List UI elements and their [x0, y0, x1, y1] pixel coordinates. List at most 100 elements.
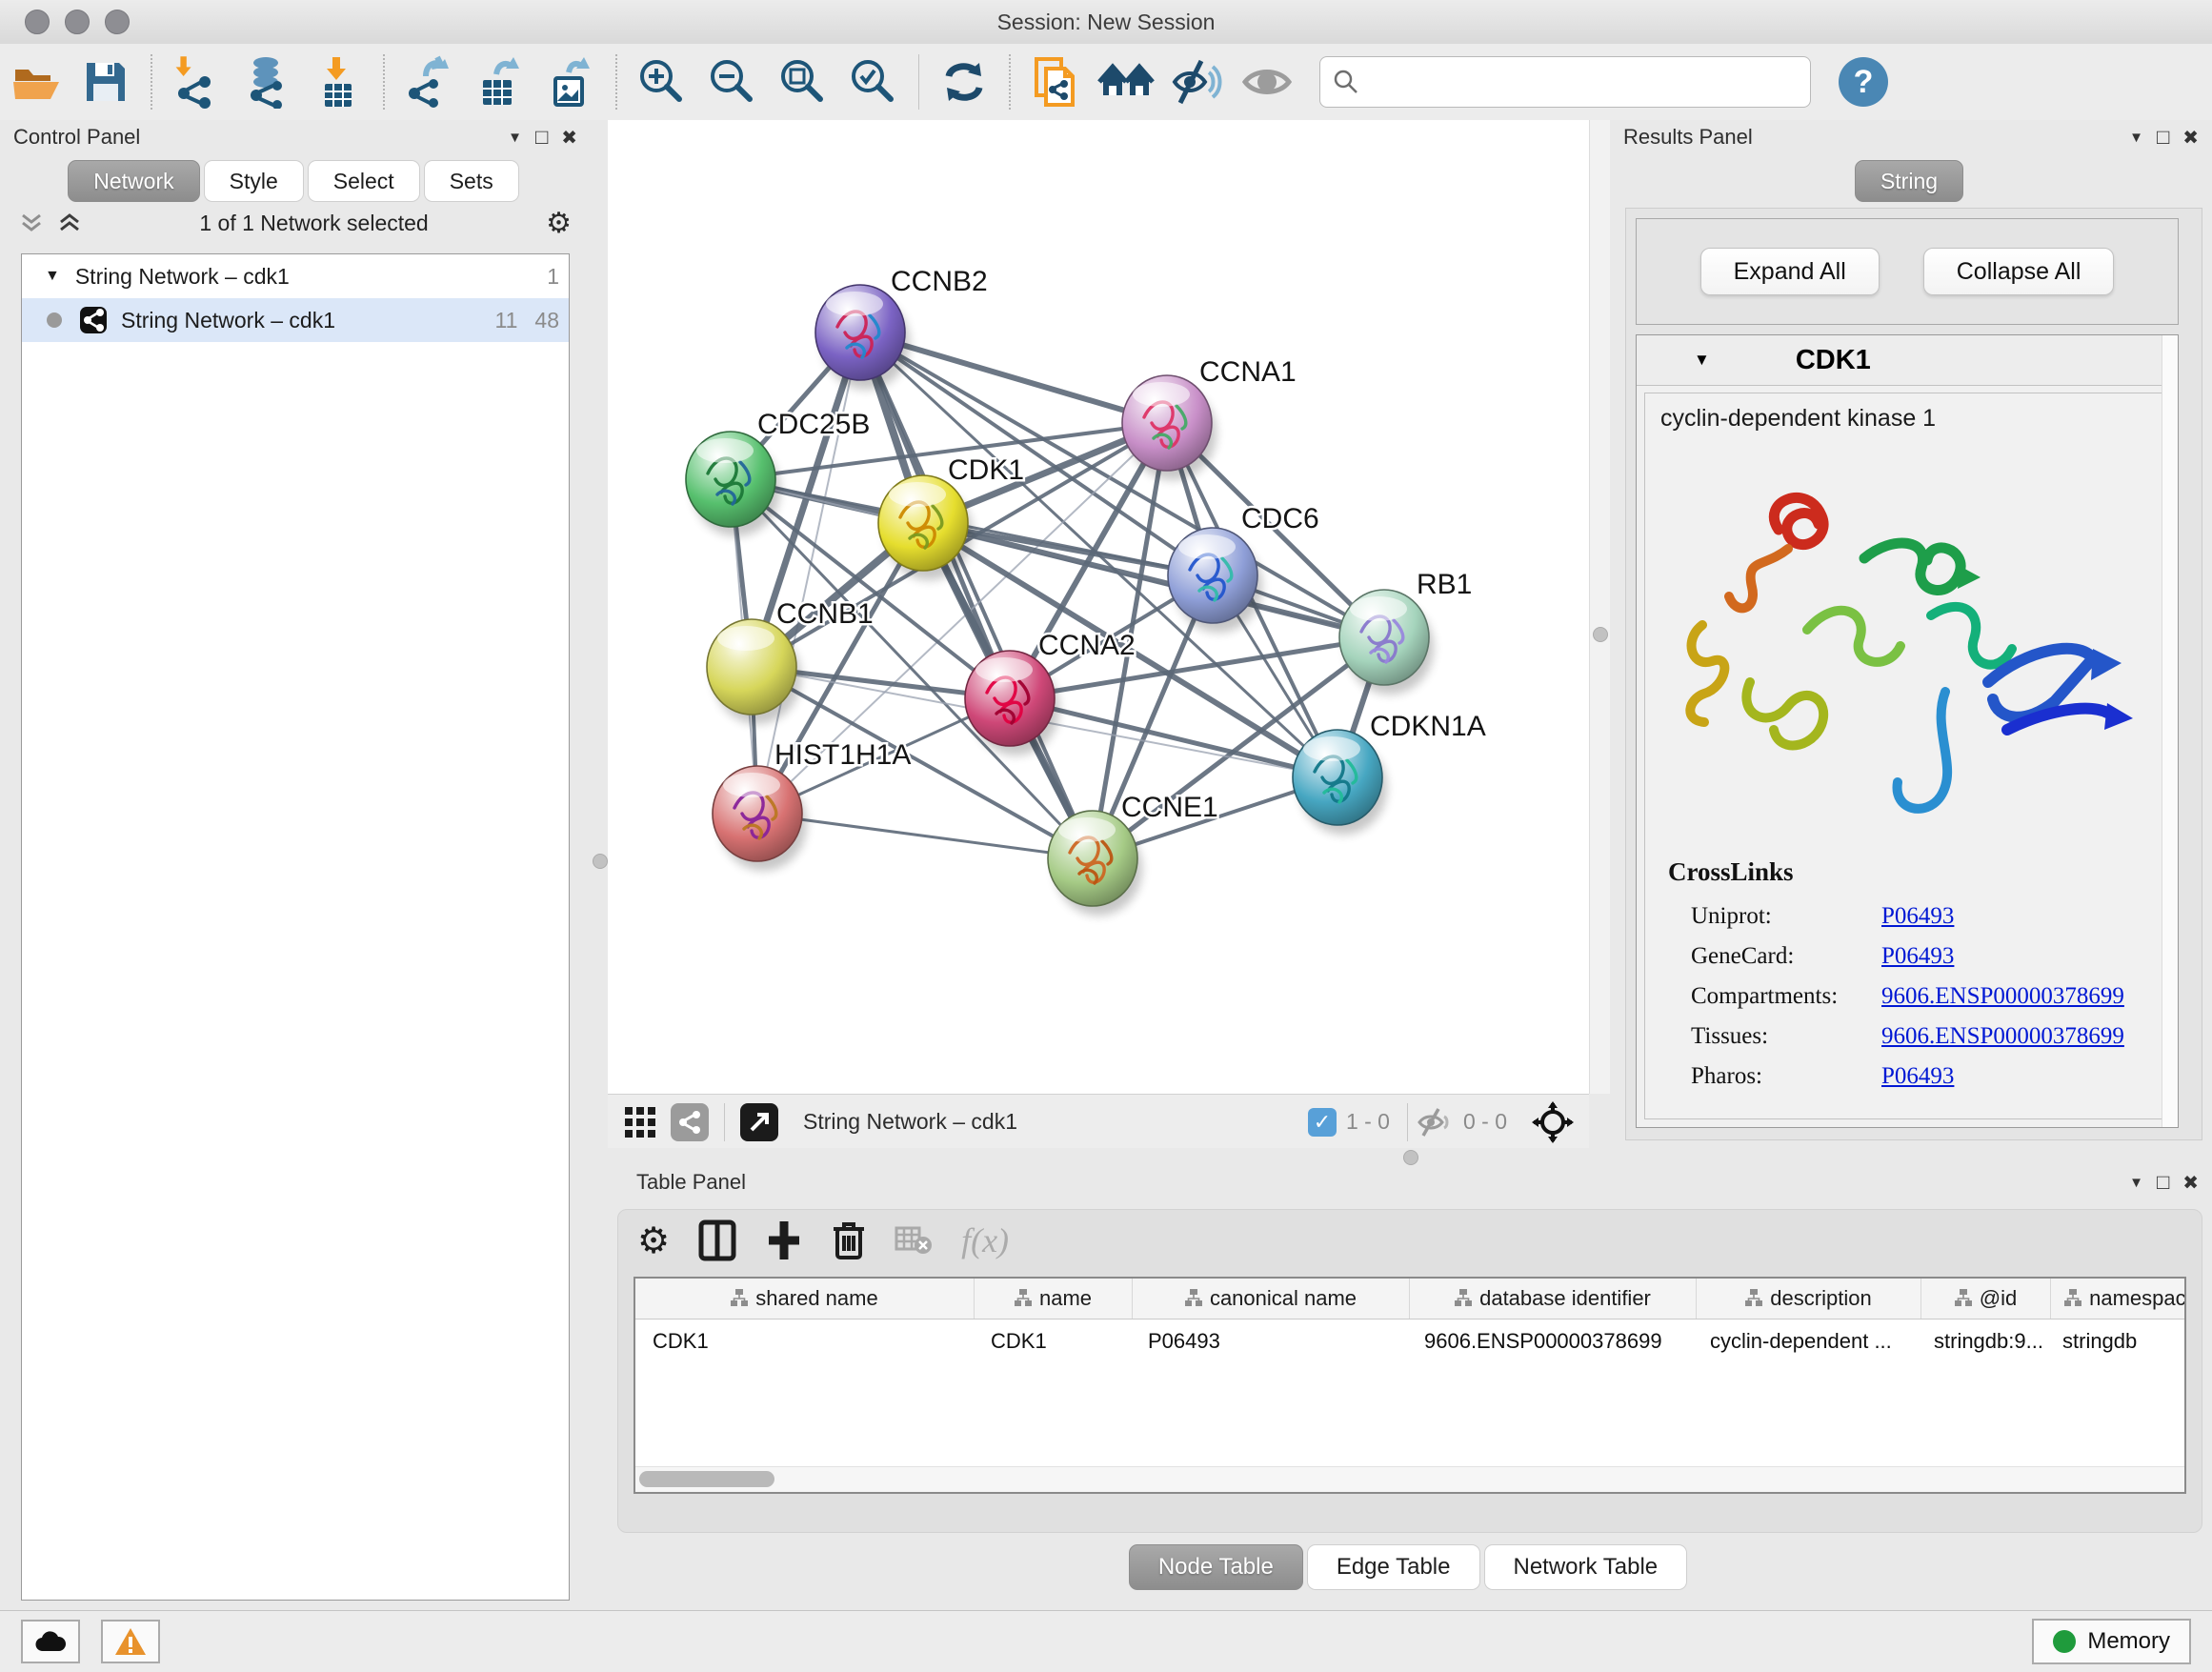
tab-style[interactable]: Style [204, 160, 304, 202]
cloud-status-button[interactable] [21, 1620, 80, 1663]
network-node-CDKN1A[interactable]: CDKN1A [1293, 711, 1486, 835]
delete-column-trash-icon[interactable] [832, 1219, 866, 1261]
splitter-handle[interactable] [593, 854, 608, 869]
memory-button[interactable]: Memory [2032, 1619, 2191, 1664]
tab-sets[interactable]: Sets [424, 160, 519, 202]
node-label: CDC25B [757, 409, 870, 440]
collapse-panel-icon[interactable]: ▼ [2129, 1175, 2143, 1191]
column-header-@id[interactable]: @id [1921, 1279, 2051, 1319]
zoom-selected-button[interactable] [844, 52, 903, 111]
table-settings-gear-icon[interactable]: ⚙ [637, 1219, 670, 1262]
zoom-fit-button[interactable] [774, 52, 833, 111]
expand-all-icon[interactable] [57, 211, 82, 235]
tree-row[interactable]: String Network – cdk11148 [22, 298, 569, 342]
tree-row[interactable]: ▼String Network – cdk11 [22, 254, 569, 298]
show-all-button[interactable] [1237, 52, 1297, 111]
toolbar-separator [151, 54, 152, 110]
tree-expander-icon[interactable]: ▼ [45, 268, 60, 285]
first-neighbors-button[interactable] [1096, 52, 1156, 111]
zoom-out-button[interactable] [703, 52, 762, 111]
results-tab-string[interactable]: String [1855, 160, 1963, 202]
crosslink-value-link[interactable]: P06493 [1881, 1063, 1954, 1090]
zoom-in-button[interactable] [633, 52, 692, 111]
close-panel-icon[interactable]: ✖ [2182, 126, 2199, 150]
import-network-from-file-button[interactable] [168, 52, 227, 111]
collapse-all-button[interactable]: Collapse All [1923, 248, 2115, 295]
vertical-splitter-left[interactable] [591, 120, 608, 1610]
export-network-button[interactable] [400, 52, 459, 111]
column-header-description[interactable]: description [1697, 1279, 1921, 1319]
vertical-splitter-right[interactable] [1589, 120, 1611, 1094]
network-node-RB1[interactable]: RB1 [1339, 569, 1472, 695]
hide-selected-button[interactable] [1167, 52, 1226, 111]
apply-layout-button[interactable] [935, 52, 994, 111]
export-image-button[interactable] [541, 52, 600, 111]
collapse-panel-icon[interactable]: ▼ [2129, 130, 2143, 146]
expand-all-button[interactable]: Expand All [1700, 248, 1880, 295]
float-panel-icon[interactable]: □ [2157, 125, 2169, 150]
column-header-canonical-name[interactable]: canonical name [1133, 1279, 1410, 1319]
tab-network-table[interactable]: Network Table [1484, 1544, 1688, 1590]
float-panel-icon[interactable]: □ [535, 125, 548, 150]
help-icon: ? [1839, 57, 1888, 107]
splitter-handle[interactable] [1403, 1150, 1418, 1165]
node-label: CCNB1 [776, 598, 874, 630]
network-edge[interactable] [757, 814, 1093, 858]
save-session-button[interactable] [76, 52, 135, 111]
network-canvas[interactable]: CCNB2CCNA1CDC25BCDK1CDC6RB1CCNB1CCNA2CDK… [608, 120, 1589, 1094]
node-details-body: cyclin-dependent kinase 1 [1644, 393, 2170, 1119]
column-header-shared-name[interactable]: shared name [635, 1279, 975, 1319]
export-table-button[interactable] [471, 52, 530, 111]
open-session-button[interactable] [6, 52, 65, 111]
node-details-header[interactable]: ▼ CDK1 [1637, 335, 2178, 386]
network-options-gear-icon[interactable]: ⚙ [546, 207, 572, 240]
toolbar-search-input[interactable] [1319, 56, 1811, 108]
network-node-HIST1H1A[interactable]: HIST1H1A [713, 739, 911, 871]
network-share-button[interactable] [671, 1103, 709, 1141]
crosslink-value-link[interactable]: P06493 [1881, 903, 1954, 930]
memory-status-dot [2053, 1630, 2076, 1653]
horizontal-splitter[interactable] [608, 1148, 2212, 1165]
open-in-browser-button[interactable] [740, 1103, 778, 1141]
crosslink-value-link[interactable]: 9606.ENSP00000378699 [1881, 983, 2124, 1010]
collapse-all-icon[interactable] [19, 211, 44, 235]
collapse-panel-icon[interactable]: ▼ [508, 130, 522, 146]
import-table-from-file-button[interactable] [309, 52, 368, 111]
tab-edge-table[interactable]: Edge Table [1307, 1544, 1480, 1590]
results-scrollbar[interactable] [2162, 335, 2178, 1127]
add-column-icon[interactable] [765, 1219, 803, 1261]
crosslink-value-link[interactable]: 9606.ENSP00000378699 [1881, 1023, 2124, 1050]
new-network-from-selection-button[interactable] [1026, 52, 1085, 111]
node-label: CDC6 [1241, 503, 1319, 534]
tab-select[interactable]: Select [308, 160, 420, 202]
show-columns-icon[interactable] [698, 1219, 736, 1261]
scrollbar-thumb[interactable] [639, 1471, 774, 1487]
column-header-namespace[interactable]: namespace [2051, 1279, 2186, 1319]
tab-node-table[interactable]: Node Table [1129, 1544, 1303, 1590]
toolbar-separator [383, 54, 385, 110]
table-horizontal-scrollbar[interactable] [635, 1466, 2184, 1492]
network-node-CCNB1[interactable]: CCNB1 [707, 598, 874, 724]
tab-network[interactable]: Network [68, 160, 199, 202]
cloud-icon [34, 1630, 67, 1653]
selected-nodes-checkbox[interactable]: ✓ [1308, 1108, 1337, 1137]
table-row[interactable]: CDK1CDK1P064939606.ENSP00000378699cyclin… [635, 1319, 2184, 1363]
close-panel-icon[interactable]: ✖ [561, 126, 577, 150]
status-bar: Memory [0, 1610, 2212, 1672]
splitter-handle[interactable] [1593, 627, 1608, 642]
column-header-database-identifier[interactable]: database identifier [1410, 1279, 1697, 1319]
help-button[interactable]: ? [1834, 52, 1893, 111]
fit-content-crosshair-icon[interactable] [1532, 1101, 1574, 1143]
birdseye-toggle-button[interactable] [623, 1105, 657, 1139]
refresh-icon [937, 55, 991, 109]
crosslink-label: Compartments: [1691, 983, 1881, 1010]
close-panel-icon[interactable]: ✖ [2182, 1171, 2199, 1195]
warning-status-button[interactable] [101, 1620, 160, 1663]
network-edge[interactable] [923, 523, 1384, 637]
float-panel-icon[interactable]: □ [2157, 1170, 2169, 1195]
column-header-name[interactable]: name [975, 1279, 1133, 1319]
network-node-CDK1[interactable]: CDK1 [878, 454, 1024, 580]
collapse-entry-icon[interactable]: ▼ [1694, 351, 1710, 370]
import-network-from-database-button[interactable] [238, 52, 297, 111]
crosslink-value-link[interactable]: P06493 [1881, 943, 1954, 970]
